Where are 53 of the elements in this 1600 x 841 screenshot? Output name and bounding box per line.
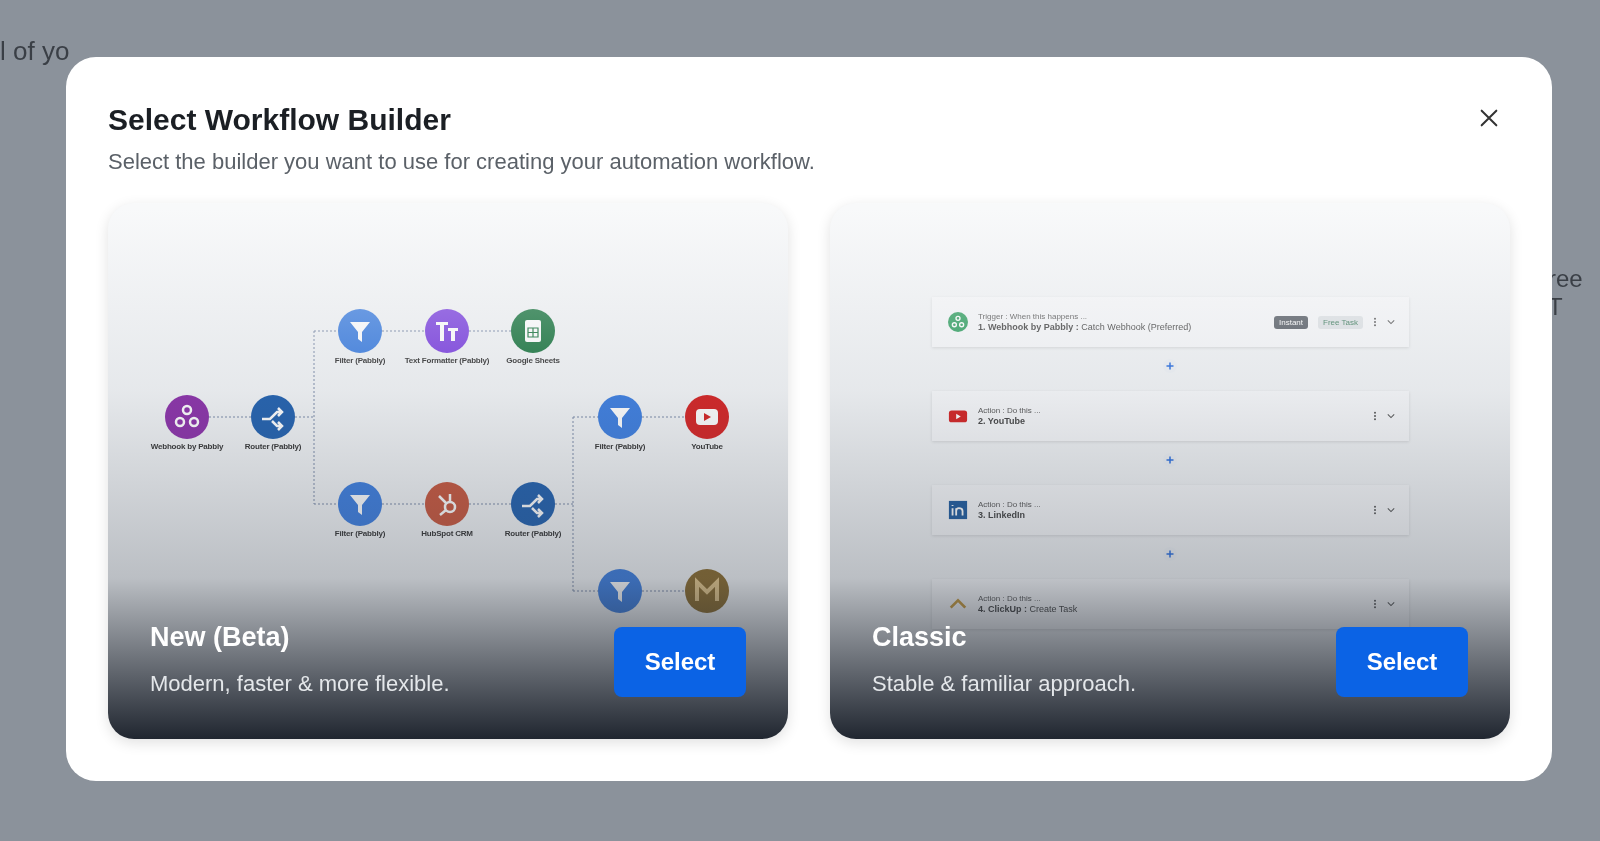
step-caption: Action : Do this ... xyxy=(978,406,1042,415)
node-label: Router (Pabbly) xyxy=(503,529,563,538)
router-node-icon xyxy=(511,482,555,526)
step-caption: Action : Do this ... xyxy=(978,500,1042,509)
more-icon[interactable] xyxy=(1373,317,1377,327)
node-label: YouTube xyxy=(690,442,724,451)
step-name: 2. YouTube xyxy=(978,416,1026,426)
step-name: 1. Webhook by Pabbly : Catch Webhook (Preferred) xyxy=(978,322,1193,332)
select-button[interactable]: Select xyxy=(1336,627,1468,697)
chevron-icon[interactable] xyxy=(1387,601,1395,607)
linkedin-icon xyxy=(948,500,968,520)
select-button[interactable]: Select xyxy=(614,627,746,697)
more-icon[interactable] xyxy=(1373,505,1377,515)
video-node-icon xyxy=(685,395,729,439)
node-label: Webhook by Pabbly xyxy=(149,442,225,451)
dialog-subtitle: Select the builder you want to use for creating your automation workflow. xyxy=(108,149,815,175)
step-caption: Trigger : When this happens ... xyxy=(978,312,1089,321)
node-label: Filter (Pabbly) xyxy=(593,442,647,451)
step-badge: Instant xyxy=(1274,315,1308,329)
mail-node-icon xyxy=(685,569,729,613)
node-label: Router (Pabbly) xyxy=(243,442,303,451)
card-description: Stable & familiar approach. xyxy=(872,671,1137,697)
step-name: 3. LinkedIn xyxy=(978,510,1026,520)
more-icon[interactable] xyxy=(1373,599,1377,609)
close-icon[interactable] xyxy=(1478,107,1500,129)
chevron-icon[interactable] xyxy=(1387,319,1395,325)
filter-node-icon xyxy=(598,569,642,613)
node-label: Filter (Pabbly) xyxy=(333,356,387,365)
filter-node-icon xyxy=(338,482,382,526)
node-label: Filter (Pabbly) xyxy=(333,529,387,538)
step-caption: Action : Do this ... xyxy=(978,594,1042,603)
sheet-node-icon xyxy=(511,309,555,353)
node-label: HubSpot CRM xyxy=(420,529,474,538)
node-label: Google Sheets xyxy=(505,356,561,365)
intro-text: l of yo xyxy=(0,36,70,67)
builder-card[interactable] xyxy=(830,203,1510,739)
card-title: Classic xyxy=(872,622,968,653)
step-badge: Free Task xyxy=(1318,315,1363,329)
chevron-icon[interactable] xyxy=(1387,413,1395,419)
chevron-icon[interactable] xyxy=(1387,507,1395,513)
filter-node-icon xyxy=(338,309,382,353)
text-node-icon xyxy=(425,309,469,353)
dialog-title: Select Workflow Builder xyxy=(108,103,452,137)
more-icon[interactable] xyxy=(1373,411,1377,421)
filter-node-icon xyxy=(598,395,642,439)
hub-node-icon xyxy=(425,482,469,526)
card-title: New (Beta) xyxy=(150,622,291,653)
webhook-icon xyxy=(948,312,968,332)
step-name: 4. ClickUp : Create Task xyxy=(978,604,1079,614)
router-node-icon xyxy=(251,395,295,439)
webhook-node-icon xyxy=(165,395,209,439)
card-description: Modern, faster & more flexible. xyxy=(150,671,450,697)
node-label: Text Formatter (Pabbly) xyxy=(403,356,491,365)
